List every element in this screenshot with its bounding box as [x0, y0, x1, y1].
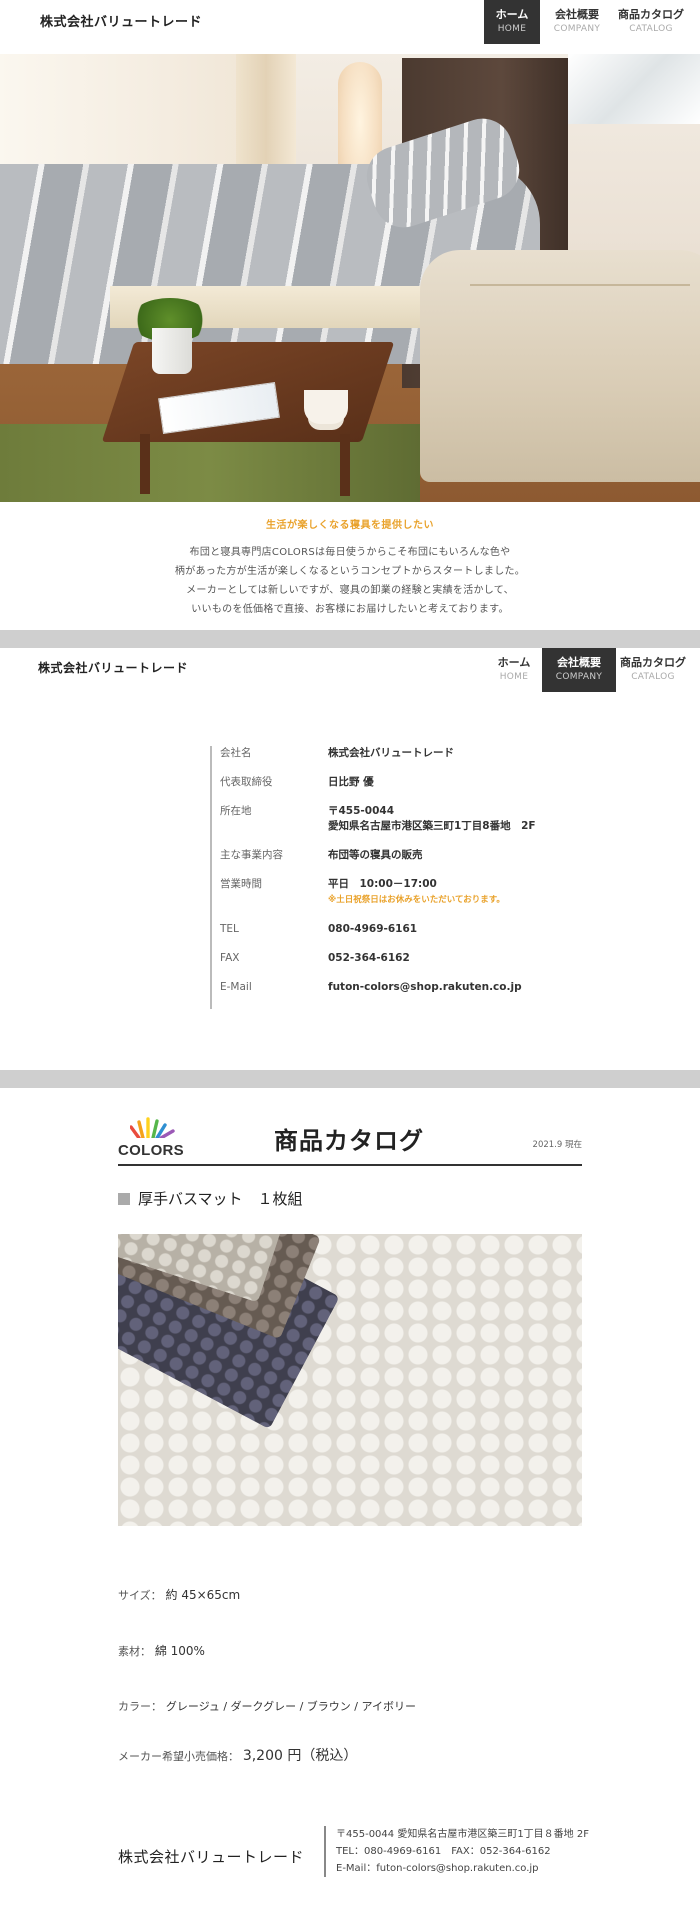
catalog-title: 商品カタログ [274, 1126, 424, 1155]
company-row-key: 営業時間 [220, 878, 262, 890]
company-row: 所在地 〒455-0044 愛知県名古屋市港区築三町1丁目8番地 2F [220, 804, 590, 834]
footer-email[interactable]: E-Mail：futon-colors@shop.rakuten.co.jp [336, 1860, 589, 1877]
nav-catalog[interactable]: 商品カタログ CATALOG [614, 0, 688, 44]
nav-home-label: ホーム [497, 656, 531, 669]
spec-value: 約 45×65cm [165, 1588, 241, 1602]
section-divider [0, 1070, 700, 1088]
postal-code: 〒455-0044 [328, 805, 394, 817]
nav-catalog-label: 商品カタログ [620, 656, 686, 669]
intro-line: 柄があった方が生活が楽しくなるというコンセプトからスタートしました。 [174, 566, 526, 577]
email-link[interactable]: futon-colors@shop.rakuten.co.jp [328, 980, 522, 995]
intro-tagline: 生活が楽しくなる寝具を提供したい [266, 520, 434, 531]
spec-label: サイズ： [118, 1589, 162, 1602]
nav-home-sublabel: HOME [497, 24, 527, 34]
nav-catalog-sublabel: CATALOG [631, 672, 675, 682]
intro-line: メーカーとしては新しいですが、寝具の卸業の経験と実績を活かして、 [186, 585, 514, 596]
footer-tel-fax: TEL：080-4969-6161 FAX：052-364-6162 [336, 1846, 551, 1857]
brand-name[interactable]: 株式会社バリュートレード [38, 659, 188, 676]
company-row: 主な事業内容 布団等の寝具の販売 [220, 848, 590, 863]
catalog-header: COLORS 商品カタログ 2021.9 現在 [118, 1110, 582, 1166]
nav-company-sublabel: COMPANY [555, 672, 603, 682]
nav-company[interactable]: 会社概要 COMPANY [542, 648, 616, 692]
company-row-key: 会社名 [220, 747, 252, 759]
intro-line: 布団と寝具専門店COLORSは毎日使うからこそ布団にもいろんな色や [189, 547, 511, 558]
intro-section: 生活が楽しくなる寝具を提供したい 布団と寝具専門店COLORSは毎日使うからこそ… [0, 502, 700, 630]
company-row-key: 主な事業内容 [220, 849, 283, 861]
nav-company[interactable]: 会社概要 COMPANY [540, 0, 614, 44]
company-row-value: 平日 10:00－17:00 ※土日祝祭日はお休みをいただいております。 [328, 877, 505, 908]
nav-company-sublabel: COMPANY [553, 24, 601, 34]
spec-price: メーカー希望小売価格： 3,200 円（税込） [118, 1745, 357, 1765]
nav-catalog[interactable]: 商品カタログ CATALOG [616, 648, 690, 692]
hero-table-leg [140, 434, 150, 494]
nav-company-label: 会社概要 [557, 656, 601, 669]
main-nav: ホーム HOME 会社概要 COMPANY 商品カタログ CATALOG [484, 0, 688, 44]
company-row-key: 代表取締役 [220, 776, 273, 788]
price-value: 3,200 円（税込） [242, 1748, 358, 1764]
nav-catalog-label: 商品カタログ [618, 8, 684, 21]
holiday-note: ※土日祝祭日はお休みをいただいております。 [328, 895, 505, 905]
section-divider [0, 630, 700, 648]
company-row: 営業時間 平日 10:00－17:00 ※土日祝祭日はお休みをいただいております… [220, 877, 590, 908]
footer-address: 〒455-0044 愛知県名古屋市港区築三町1丁目８番地 2F [336, 1829, 589, 1840]
company-row-value: 布団等の寝具の販売 [328, 849, 423, 861]
product-image-bath-mat [118, 1234, 582, 1526]
colors-logo-icon [130, 1117, 175, 1138]
colors-logo: COLORS [118, 1116, 198, 1162]
company-row-value: 日比野 優 [328, 776, 374, 788]
nav-home[interactable]: ホーム HOME [486, 648, 542, 692]
company-row-key: 所在地 [220, 805, 252, 817]
business-hours: 平日 10:00－17:00 [328, 878, 437, 890]
spec-size: サイズ： 約 45×65cm [118, 1586, 240, 1603]
spec-colors: カラー： グレージュ / ダークグレー / ブラウン / アイボリー [118, 1698, 416, 1714]
company-row: 会社名 株式会社バリュートレード [220, 746, 590, 761]
brand-name[interactable]: 株式会社バリュートレード [40, 11, 202, 30]
intro-line: いいものを低価格で直接、お客様にお届けしたいと考えております。 [191, 604, 509, 615]
spec-value: グレージュ / ダークグレー / ブラウン / アイボリー [165, 1700, 416, 1713]
nav-home-label: ホーム [495, 8, 529, 21]
company-row-key: FAX [220, 952, 240, 964]
spec-label: カラー： [118, 1700, 162, 1713]
company-nav: ホーム HOME 会社概要 COMPANY 商品カタログ CATALOG [486, 648, 690, 692]
company-row: TEL 080-4969-6161 [220, 922, 590, 937]
company-row: E-Mail futon-colors@shop.rakuten.co.jp [220, 980, 590, 995]
company-row: 代表取締役 日比野 優 [220, 775, 590, 790]
intro-body: 布団と寝具専門店COLORSは毎日使うからこそ布団にもいろんな色や 柄があった方… [0, 543, 700, 619]
company-row: FAX 052-364-6162 [220, 951, 590, 966]
catalog-date: 2021.9 現在 [532, 1140, 582, 1150]
nav-home[interactable]: ホーム HOME [484, 0, 540, 44]
square-bullet-icon [118, 1192, 130, 1205]
nav-home-sublabel: HOME [499, 672, 529, 682]
spec-label: 素材： [118, 1645, 151, 1658]
hero-table-leg [340, 434, 350, 496]
address: 愛知県名古屋市港区築三町1丁目8番地 2F [328, 820, 536, 832]
company-row-value: 〒455-0044 愛知県名古屋市港区築三町1丁目8番地 2F [328, 804, 536, 834]
top-header: 株式会社バリュートレード ホーム HOME 会社概要 COMPANY 商品カタロ… [0, 0, 700, 54]
company-row-key: TEL [220, 923, 239, 935]
hero-plant-pot [152, 328, 192, 374]
nav-catalog-sublabel: CATALOG [629, 24, 673, 34]
spec-label: メーカー希望小売価格： [118, 1750, 239, 1763]
footer-brand: 株式会社バリュートレード [118, 1848, 305, 1866]
company-row-key: E-Mail [220, 981, 252, 993]
spec-value: 綿 100% [154, 1644, 205, 1658]
company-header: 株式会社バリュートレード ホーム HOME 会社概要 COMPANY 商品カタロ… [0, 648, 700, 692]
phone-number[interactable]: 080-4969-6161 [328, 922, 417, 937]
nav-company-label: 会社概要 [555, 8, 599, 21]
spec-material: 素材： 綿 100% [118, 1642, 205, 1659]
company-row-value: 株式会社バリュートレード [328, 747, 454, 759]
hero-bedroom-image [0, 54, 700, 502]
product-title-text: 厚手バスマット １枚組 [138, 1190, 303, 1208]
hero-sofa-seam [470, 284, 690, 286]
product-title: 厚手バスマット １枚組 [118, 1188, 303, 1209]
hero-mirror [568, 54, 700, 124]
colors-logo-text: COLORS [118, 1142, 184, 1159]
fax-number: 052-364-6162 [328, 952, 410, 964]
company-info-table: 会社名 株式会社バリュートレード 代表取締役 日比野 優 所在地 〒455-00… [210, 746, 590, 1009]
footer-contact: 〒455-0044 愛知県名古屋市港区築三町1丁目８番地 2F TEL：080-… [324, 1826, 589, 1877]
hero-cup [304, 390, 348, 424]
